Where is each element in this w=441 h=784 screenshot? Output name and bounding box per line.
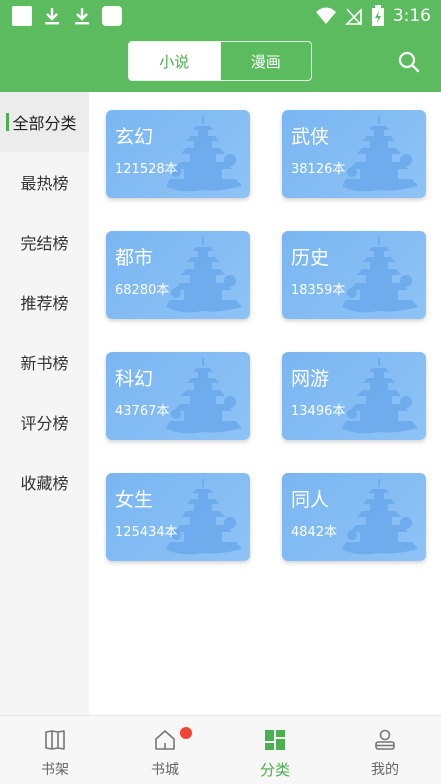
category-name: 同人	[291, 489, 330, 511]
download-icon	[72, 6, 92, 26]
notification-icons	[12, 6, 122, 26]
category-count: 4842本	[291, 525, 338, 540]
sidebar-item-hottest[interactable]: 最热榜	[0, 152, 89, 212]
pagoda-illustration-icon	[166, 358, 242, 434]
profile-icon	[375, 729, 395, 750]
category-count: 121528本	[115, 162, 178, 177]
top-bar: 小说 漫画	[0, 32, 441, 92]
nav-bookshelf[interactable]: 书架	[0, 716, 110, 784]
category-count: 18359本	[291, 283, 346, 298]
nav-label: 书架	[41, 762, 69, 778]
nav-profile[interactable]: 我的	[330, 716, 440, 784]
download-icon	[42, 6, 62, 26]
category-card[interactable]: 同人 4842本	[282, 473, 426, 561]
bookshelf-icon	[45, 730, 65, 750]
category-name: 科幻	[115, 368, 154, 390]
pagoda-illustration-icon	[342, 358, 418, 434]
sidebar-item-label: 推荐榜	[20, 294, 69, 313]
nav-label: 书城	[151, 762, 179, 778]
notification-badge	[180, 727, 192, 739]
pagoda-illustration-icon	[342, 116, 418, 192]
sidebar-item-label: 完结榜	[20, 234, 69, 253]
notification-square-icon	[12, 6, 32, 26]
signal-off-icon	[344, 8, 362, 26]
pagoda-illustration-icon	[166, 237, 242, 313]
category-count: 125434本	[115, 525, 178, 540]
sidebar-item-label: 收藏榜	[20, 474, 69, 493]
category-icon	[265, 730, 285, 750]
sidebar-item-rating[interactable]: 评分榜	[0, 392, 89, 452]
sidebar-item-label: 最热榜	[20, 174, 69, 193]
content-type-switch: 小说 漫画	[128, 41, 312, 81]
category-card[interactable]: 玄幻 121528本	[106, 110, 250, 198]
category-name: 武侠	[291, 126, 330, 148]
category-card[interactable]: 网游 13496本	[282, 352, 426, 440]
nav-label: 我的	[371, 762, 399, 778]
category-card[interactable]: 都市 68280本	[106, 231, 250, 319]
active-indicator	[6, 113, 9, 131]
bottom-navigation: 书架 书城 分类 我的	[0, 715, 441, 784]
nav-bookstore[interactable]: 书城	[110, 716, 220, 784]
sidebar-item-new-books[interactable]: 新书榜	[0, 332, 89, 392]
system-icons: 3:16	[315, 5, 431, 27]
category-name: 玄幻	[115, 126, 154, 148]
category-name: 历史	[291, 247, 330, 269]
nav-label: 分类	[259, 761, 290, 779]
sidebar-item-label: 评分榜	[20, 414, 69, 433]
category-name: 女生	[115, 489, 154, 511]
sidebar-item-all-categories[interactable]: 全部分类	[0, 92, 89, 152]
pagoda-illustration-icon	[166, 479, 242, 555]
sidebar-item-completed[interactable]: 完结榜	[0, 212, 89, 272]
category-card[interactable]: 女生 125434本	[106, 473, 250, 561]
category-name: 都市	[115, 247, 154, 269]
status-bar: 3:16	[0, 0, 441, 32]
sidebar-item-label: 全部分类	[12, 114, 77, 133]
category-card[interactable]: 历史 18359本	[282, 231, 426, 319]
category-name: 网游	[291, 368, 330, 390]
home-icon	[155, 730, 175, 750]
category-count: 38126本	[291, 162, 346, 177]
tab-novel[interactable]: 小说	[129, 42, 220, 80]
tab-comic[interactable]: 漫画	[219, 42, 312, 80]
sidebar-item-favorites[interactable]: 收藏榜	[0, 452, 89, 512]
sidebar-item-recommended[interactable]: 推荐榜	[0, 272, 89, 332]
pagoda-illustration-icon	[342, 479, 418, 555]
wifi-icon	[315, 7, 336, 24]
category-count: 68280本	[115, 283, 170, 298]
app-notification-icon	[102, 6, 122, 26]
sidebar-item-label: 新书榜	[20, 354, 69, 373]
clock: 3:16	[392, 6, 431, 26]
search-icon[interactable]	[397, 50, 421, 74]
category-count: 43767本	[115, 404, 170, 419]
battery-charging-icon	[371, 5, 384, 26]
pagoda-illustration-icon	[342, 237, 418, 313]
ranking-sidebar: 全部分类 最热榜 完结榜 推荐榜 新书榜 评分榜 收藏榜	[0, 92, 89, 715]
pagoda-illustration-icon	[166, 116, 242, 192]
nav-category[interactable]: 分类	[220, 716, 330, 784]
category-card[interactable]: 科幻 43767本	[106, 352, 250, 440]
category-card[interactable]: 武侠 38126本	[282, 110, 426, 198]
category-count: 13496本	[291, 404, 346, 419]
